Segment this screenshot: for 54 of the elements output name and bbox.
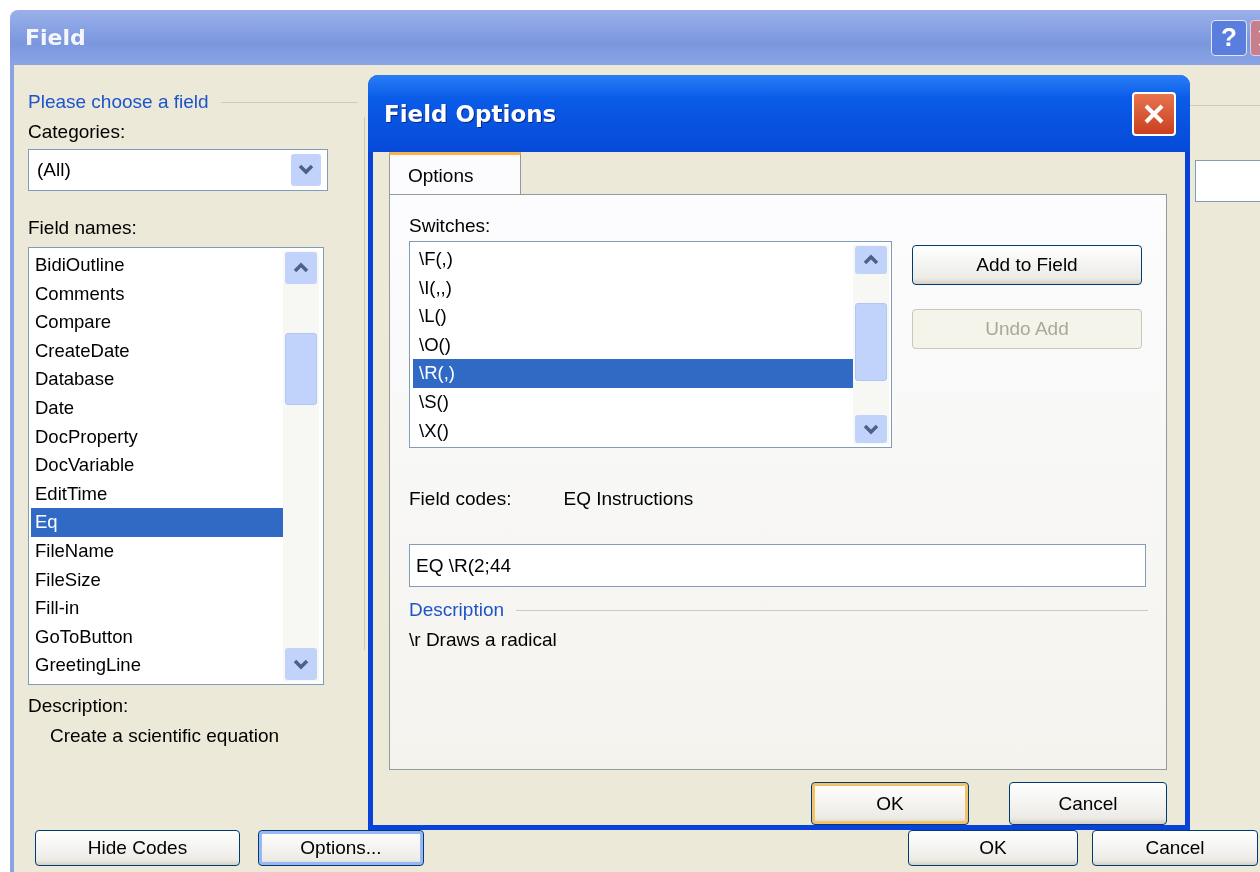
- field-name-item[interactable]: GoToButton: [31, 622, 283, 652]
- switch-item[interactable]: \X(): [413, 416, 853, 446]
- dialog-button[interactable]: Options...: [258, 830, 424, 866]
- field-description: Create a scientific equation: [50, 725, 280, 747]
- field-code-input[interactable]: EQ \R(2;44: [409, 544, 1146, 587]
- field-name-item[interactable]: Database: [31, 365, 283, 394]
- window-title: Field: [25, 25, 86, 50]
- dialog-button[interactable]: OK: [811, 782, 969, 825]
- dialog-button[interactable]: Cancel: [1092, 830, 1258, 866]
- scrollbar[interactable]: [853, 245, 889, 444]
- help-button[interactable]: ?: [1211, 19, 1247, 56]
- categories-dropdown[interactable]: (All): [28, 149, 328, 191]
- dialog-button[interactable]: Hide Codes: [35, 830, 240, 866]
- options-tab[interactable]: Options: [389, 152, 521, 194]
- field-codes-label: Field codes:: [409, 488, 512, 510]
- switch-item[interactable]: \L(): [413, 302, 853, 331]
- scroll-up-icon[interactable]: [854, 245, 888, 275]
- switch-description: \r Draws a radical: [409, 629, 557, 651]
- field-names-label: Field names:: [28, 217, 137, 239]
- group-heading: Description: [409, 599, 505, 621]
- scroll-thumb[interactable]: [285, 333, 317, 405]
- scrollbar[interactable]: [283, 251, 319, 681]
- switch-item[interactable]: \F(,): [413, 245, 853, 274]
- field-name-item[interactable]: CreateDate: [31, 336, 283, 366]
- field-name-item[interactable]: EditTime: [31, 479, 283, 509]
- field-name-item[interactable]: Date: [31, 393, 283, 423]
- field-codes-hint: EQ Instructions: [563, 488, 694, 510]
- field-name-item[interactable]: BidiOutline: [31, 251, 283, 280]
- scroll-down-icon[interactable]: [854, 414, 888, 444]
- field-name-item[interactable]: GreetingLine: [31, 651, 283, 680]
- scroll-thumb[interactable]: [855, 303, 887, 381]
- scroll-up-icon[interactable]: [284, 251, 318, 285]
- action-button[interactable]: Add to Field: [912, 245, 1142, 285]
- scroll-down-icon[interactable]: [284, 647, 318, 681]
- switch-item[interactable]: \S(): [413, 387, 853, 417]
- dialog-title: Field Options: [384, 100, 557, 127]
- field-name-item[interactable]: DocVariable: [31, 451, 283, 480]
- field-name-item[interactable]: FileName: [31, 536, 283, 566]
- switches-label: Switches:: [409, 215, 491, 237]
- description-label: Description:: [28, 695, 129, 717]
- dialog-button[interactable]: Cancel: [1009, 782, 1167, 825]
- switch-item[interactable]: \O(): [413, 330, 853, 360]
- dialog-button[interactable]: OK: [908, 830, 1078, 866]
- input-field[interactable]: [1195, 160, 1260, 202]
- field-name-item[interactable]: Comments: [31, 279, 283, 309]
- field-name-item[interactable]: Fill-in: [31, 594, 283, 623]
- switch-item[interactable]: \R(,): [413, 359, 853, 388]
- field-name-item[interactable]: Compare: [31, 308, 283, 337]
- categories-label: Categories:: [28, 121, 126, 143]
- switch-item[interactable]: \I(,,): [413, 273, 853, 303]
- field-name-item[interactable]: FileSize: [31, 565, 283, 595]
- field-name-item[interactable]: Eq: [31, 508, 283, 537]
- field-name-item[interactable]: DocProperty: [31, 422, 283, 452]
- group-heading: Please choose a field: [28, 91, 209, 113]
